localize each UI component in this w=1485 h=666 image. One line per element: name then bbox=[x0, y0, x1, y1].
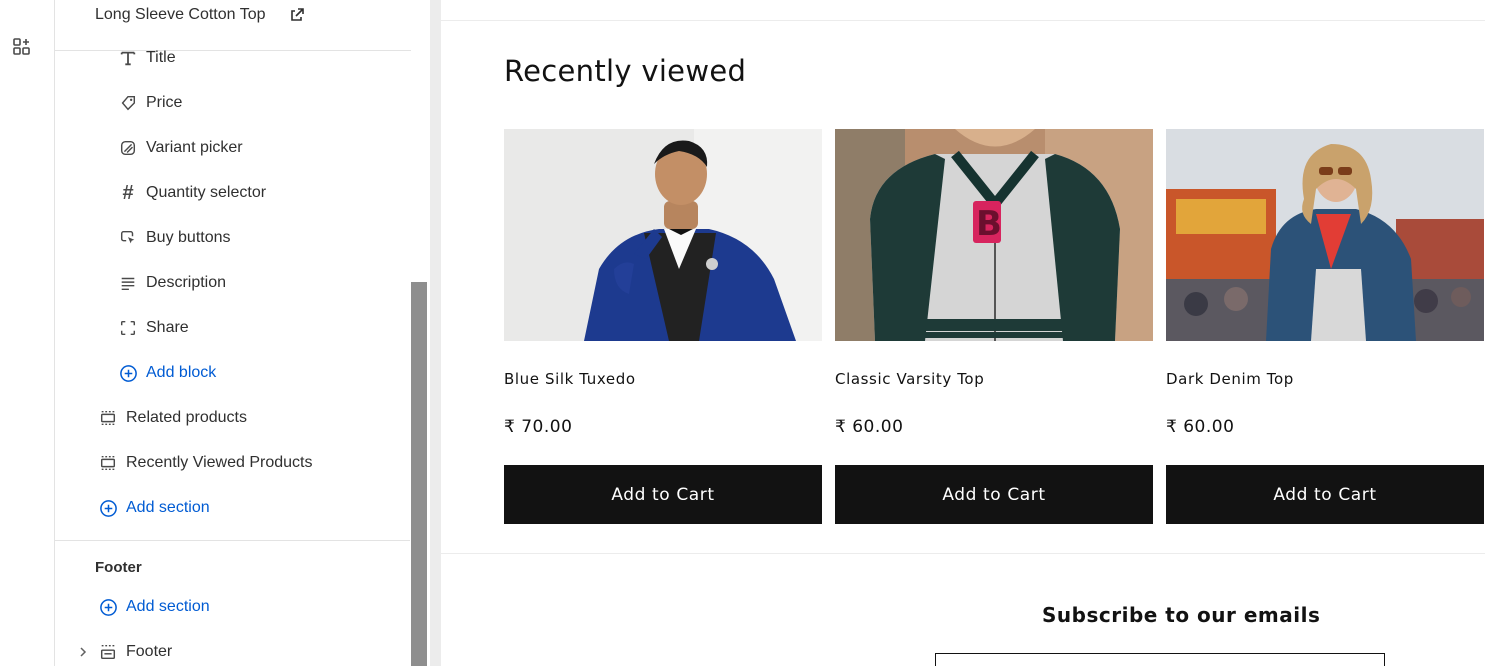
block-label: Title bbox=[146, 49, 176, 66]
add-to-cart-button[interactable]: Add to Cart bbox=[835, 465, 1153, 524]
add-to-cart-button[interactable]: Add to Cart bbox=[504, 465, 822, 524]
block-label: Variant picker bbox=[146, 139, 243, 156]
plus-circle-icon bbox=[98, 498, 118, 518]
scrollbar-thumb[interactable] bbox=[411, 282, 427, 666]
store-preview: Recently viewed Blue Silk Tuxedo ₹ 70.00… bbox=[441, 0, 1485, 666]
divider bbox=[441, 20, 1485, 21]
chevron-right-icon[interactable] bbox=[77, 646, 89, 658]
title-icon bbox=[118, 48, 138, 68]
subscribe-title: Subscribe to our emails bbox=[1042, 603, 1321, 627]
footer-add-section-button[interactable]: Add section bbox=[98, 592, 210, 622]
group-divider bbox=[55, 540, 410, 541]
editor-rail bbox=[0, 0, 55, 666]
block-label: Price bbox=[146, 94, 183, 111]
block-label: Buy buttons bbox=[146, 229, 231, 246]
section-related-products[interactable]: Related products bbox=[98, 403, 247, 433]
product-name[interactable]: Dark Denim Top bbox=[1166, 370, 1294, 388]
block-share[interactable]: Share bbox=[118, 313, 189, 343]
svg-text:B: B bbox=[976, 204, 1002, 244]
product-image[interactable] bbox=[1166, 129, 1484, 341]
section-label: Recently Viewed Products bbox=[126, 454, 313, 471]
email-input[interactable] bbox=[935, 653, 1385, 666]
section-footer[interactable]: Footer bbox=[98, 637, 172, 666]
template-header: Long Sleeve Cotton Top bbox=[55, 0, 430, 51]
footer-section-icon bbox=[98, 642, 118, 662]
product-card[interactable]: Blue Silk Tuxedo ₹ 70.00 Add to Cart bbox=[504, 129, 822, 524]
cursor-click-icon bbox=[118, 228, 138, 248]
share-frame-icon bbox=[118, 318, 138, 338]
add-block-button[interactable]: Add block bbox=[118, 358, 216, 388]
add-section-label: Add section bbox=[126, 499, 210, 516]
variant-icon bbox=[118, 138, 138, 158]
product-price: ₹ 60.00 bbox=[1166, 417, 1235, 437]
apps-icon[interactable] bbox=[12, 37, 32, 57]
section-icon bbox=[98, 408, 118, 428]
product-name[interactable]: Classic Varsity Top bbox=[835, 370, 984, 388]
block-variant-picker[interactable]: Variant picker bbox=[118, 133, 243, 163]
add-block-label: Add block bbox=[146, 364, 217, 381]
product-card[interactable]: B Classic Varsity Top ₹ 60.00 Add to Car… bbox=[835, 129, 1153, 524]
add-section-label: Add section bbox=[126, 598, 210, 615]
preview-gutter bbox=[430, 0, 441, 666]
section-recently-viewed[interactable]: Recently Viewed Products bbox=[98, 448, 312, 478]
hash-icon: # bbox=[122, 182, 134, 204]
editor-sidebar: Long Sleeve Cotton Top Title Price Varia… bbox=[55, 0, 430, 666]
block-description[interactable]: Description bbox=[118, 268, 226, 298]
product-image[interactable] bbox=[504, 129, 822, 341]
block-price[interactable]: Price bbox=[118, 88, 182, 118]
text-align-icon bbox=[118, 273, 138, 293]
add-section-button[interactable]: Add section bbox=[98, 493, 210, 523]
section-icon bbox=[98, 453, 118, 473]
external-link-icon[interactable] bbox=[289, 7, 305, 23]
product-card[interactable]: Dark Denim Top ₹ 60.00 Add to Cart bbox=[1166, 129, 1484, 524]
block-label: Description bbox=[146, 274, 227, 291]
footer-group-title: Footer bbox=[95, 559, 142, 576]
product-name[interactable]: Blue Silk Tuxedo bbox=[504, 370, 636, 388]
add-to-cart-button[interactable]: Add to Cart bbox=[1166, 465, 1484, 524]
block-title[interactable]: Title bbox=[118, 43, 176, 73]
block-label: Share bbox=[146, 319, 189, 336]
block-quantity-selector[interactable]: # Quantity selector bbox=[118, 178, 266, 208]
plus-circle-icon bbox=[98, 597, 118, 617]
product-price: ₹ 60.00 bbox=[835, 417, 904, 437]
section-label: Footer bbox=[126, 643, 173, 660]
product-image[interactable]: B bbox=[835, 129, 1153, 341]
price-tag-icon bbox=[118, 93, 138, 113]
block-buy-buttons[interactable]: Buy buttons bbox=[118, 223, 231, 253]
block-label: Quantity selector bbox=[146, 184, 267, 201]
plus-circle-icon bbox=[118, 363, 138, 383]
section-label: Related products bbox=[126, 409, 247, 426]
product-price: ₹ 70.00 bbox=[504, 417, 573, 437]
template-title[interactable]: Long Sleeve Cotton Top bbox=[95, 6, 266, 24]
divider bbox=[441, 553, 1485, 554]
section-title: Recently viewed bbox=[504, 54, 747, 88]
